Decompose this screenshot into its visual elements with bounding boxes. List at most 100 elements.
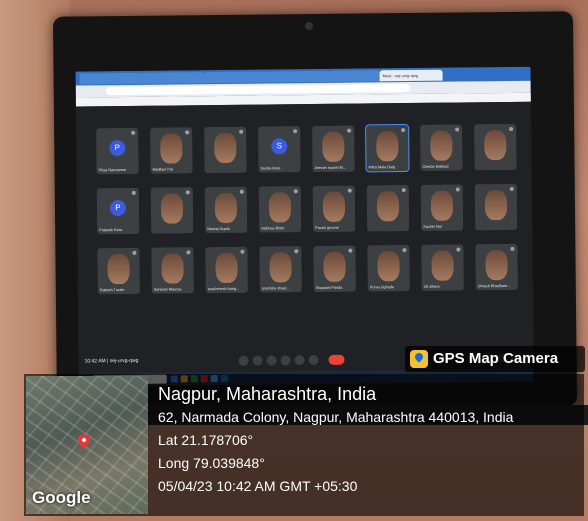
participant-tile[interactable] [474,123,517,171]
webcam [305,22,314,31]
participant-video [430,130,453,161]
participant-name: Vaibhav Bhim [261,226,285,231]
mic-muted-icon [131,190,136,195]
participant-tile[interactable] [474,183,518,231]
mic-muted-icon [294,249,299,254]
participant-name: Chetan Bakkad [422,164,449,169]
mic-muted-icon [347,128,352,133]
captions-button[interactable] [266,355,277,366]
mic-muted-icon [510,246,515,251]
laptop-screen: Meet - sej-urvg-qwg P Priya Narnavare Madh… [75,66,534,387]
participant-avatar: P [109,139,126,157]
present-button[interactable] [280,355,291,366]
participant-name: Mitra Mala Baig [368,165,395,170]
mic-muted-icon [185,130,190,135]
location-title: Nagpur, Maharashtra, India [158,384,377,404]
camera-button[interactable] [252,355,263,366]
participant-tile[interactable]: S Sunita Bora [258,126,301,173]
participant-tile[interactable]: Purva Ughade [367,245,410,292]
participant-tile[interactable]: Mitra Mala Baig [365,124,410,173]
location-pin-icon [75,431,93,449]
mic-muted-icon [293,189,298,194]
mic-muted-icon [455,187,460,192]
mic-muted-icon [401,188,406,193]
mic-muted-icon [348,248,353,253]
end-call-button[interactable] [328,354,345,365]
browser-tab[interactable] [327,70,381,82]
mic-muted-icon [132,250,137,255]
mic-muted-icon [186,250,191,255]
geotag-overlay: Google Nagpur, Maharashtra, India 62, Na… [24,374,584,516]
participant-video [376,191,400,222]
mic-muted-icon [347,188,352,193]
gps-app-badge: GPS Map Camera [405,346,585,372]
participant-video [107,253,130,285]
browser-tab[interactable] [141,72,205,84]
gps-app-title: GPS Map Camera [433,350,559,367]
participant-name: Prakash Bora [99,228,123,233]
more-options-button[interactable] [308,354,319,366]
participant-video [160,133,183,164]
mic-muted-icon [239,189,244,194]
participant-video [485,249,508,281]
participant-tile[interactable]: Sachin Nar [420,184,464,231]
participant-video [214,132,237,164]
participant-tile[interactable]: Umesh Bhadham... [475,243,518,291]
participant-name: Swayam Panda [315,285,343,290]
participant-tile[interactable] [204,126,247,174]
participant-tile[interactable]: Rakesh Turale [97,247,140,295]
participant-video [323,251,346,282]
participant-name: Umesh Bhadham... [477,283,511,289]
participant-tile[interactable]: P Prakash Bora [96,187,140,235]
mic-muted-icon [240,249,245,254]
geotag-info: Nagpur, Maharashtra, India 62, Narmada C… [158,382,513,498]
participant-name: Sunita Bora [260,166,281,171]
mic-muted-icon [455,127,460,132]
participant-video [214,192,238,224]
browser-tab[interactable] [265,70,329,83]
participant-tile[interactable]: Swayam Panda [313,245,356,293]
participant-tile[interactable]: Vaibhav Bhim [258,186,302,233]
browser-tab[interactable] [79,72,143,85]
mic-muted-icon [185,190,190,195]
participant-tile[interactable]: 20 others [421,244,464,291]
participant-avatar: S [271,138,288,155]
datetime: 05/04/23 10:42 AM GMT +05:30 [158,478,358,494]
participant-tile[interactable]: P Priya Narnavare [96,127,139,175]
raise-hand-button[interactable] [294,355,305,366]
browser-tab-active[interactable]: Meet - sej-urvg-qwg [379,69,443,82]
mic-muted-icon [293,129,298,134]
participant-tile[interactable]: prashmesh bang... [205,246,248,294]
browser-tab[interactable] [203,71,267,84]
participant-name: prashmesh bang... [207,286,240,292]
address-line: 62, Narmada Colony, Nagpur, Maharashtra … [158,409,514,425]
participant-tile[interactable]: Chetan Bakkad [420,124,463,171]
participant-video [377,251,400,282]
mic-muted-icon [509,126,514,131]
mic-muted-icon [509,186,514,191]
participant-tile[interactable] [366,185,410,232]
participant-tile[interactable]: Jeevan swami M... [312,125,355,173]
participant-video [431,250,454,281]
participant-tile[interactable] [150,187,194,234]
participant-name: 20 others [423,284,440,289]
participant-name: Rakesh Turale [99,288,125,293]
participant-tile[interactable]: prashika shast... [259,246,302,293]
participant-tile[interactable]: Santosh Maurya [151,247,194,294]
participant-video [484,189,508,221]
participant-avatar: P [109,199,127,217]
participant-video [160,193,184,224]
participant-name: Santosh Maurya [153,287,182,292]
map-pin-icon [410,350,428,368]
participant-tile[interactable]: Neeraj Gupta [204,186,248,234]
mic-muted-icon [131,130,136,135]
participant-video [268,192,292,223]
mic-button[interactable] [238,355,249,366]
participant-tile[interactable]: Pavan groone [312,185,356,233]
participant-video [430,190,454,221]
participant-name: Neeraj Gupta [207,226,230,232]
participant-name: prashika shast... [261,286,290,291]
participant-tile[interactable]: Madhuri Pal [150,127,193,174]
participant-video [322,191,346,222]
participant-name: Pavan groone [315,225,339,230]
